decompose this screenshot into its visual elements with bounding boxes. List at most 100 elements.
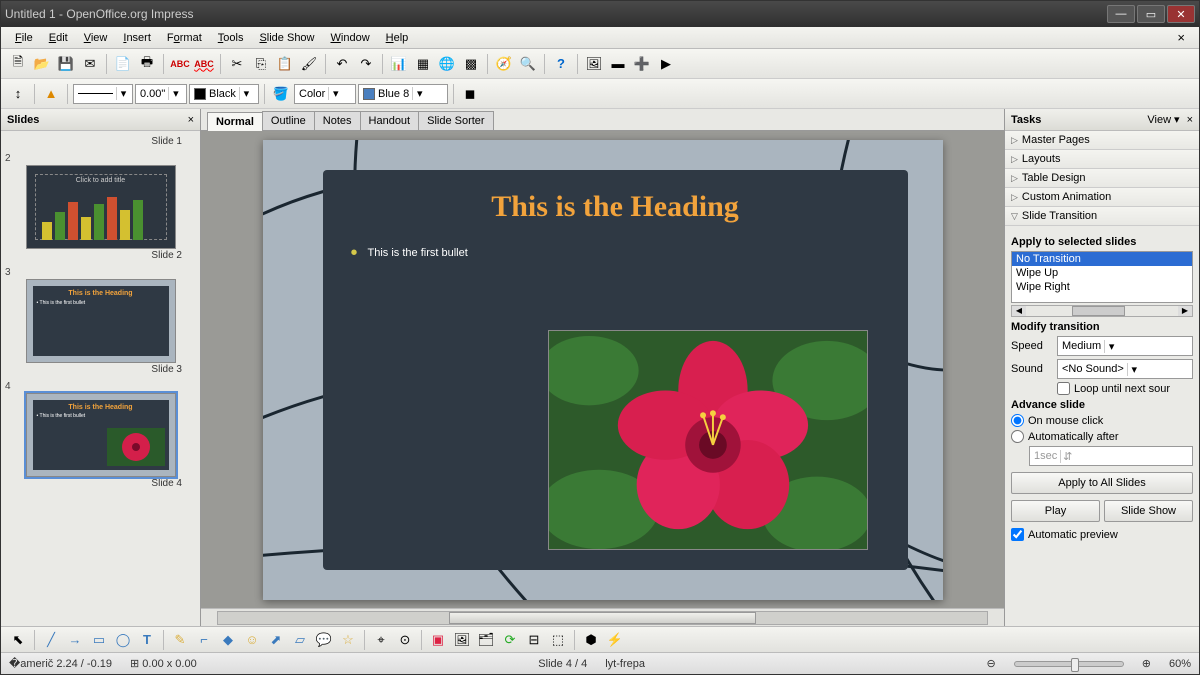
ellipse-tool[interactable]: ◯: [112, 629, 134, 651]
section-layouts[interactable]: Layouts: [1005, 150, 1199, 169]
section-table-design[interactable]: Table Design: [1005, 169, 1199, 188]
format-paint-button[interactable]: 🖌: [298, 53, 320, 75]
menu-insert[interactable]: Insert: [115, 30, 159, 46]
align-tool[interactable]: ⊟: [523, 629, 545, 651]
zoom-in-icon[interactable]: ⊕: [1142, 657, 1151, 670]
slide-thumb-1[interactable]: Slide 1: [5, 135, 196, 147]
menu-edit[interactable]: Edit: [41, 30, 76, 46]
speed-combo[interactable]: Medium▾: [1057, 336, 1193, 356]
menu-file[interactable]: File: [7, 30, 41, 46]
menu-slideshow[interactable]: Slide Show: [251, 30, 322, 46]
shadow-button[interactable]: ◼: [459, 83, 481, 105]
scroll-thumb[interactable]: [449, 612, 757, 624]
menu-format[interactable]: Format: [159, 30, 210, 46]
zoom-thumb[interactable]: [1071, 658, 1079, 672]
scroll-track[interactable]: [217, 611, 988, 625]
close-button[interactable]: ✕: [1167, 5, 1195, 23]
minimize-button[interactable]: —: [1107, 5, 1135, 23]
autopreview-checkbox[interactable]: [1011, 528, 1024, 541]
help-button[interactable]: ?: [550, 53, 572, 75]
autospell-button[interactable]: ABC: [193, 53, 215, 75]
print-button[interactable]: 🖶: [136, 53, 158, 75]
flowchart-tool[interactable]: ▱: [289, 629, 311, 651]
slide-canvas[interactable]: This is the Heading This is the first bu…: [263, 140, 943, 600]
line-color-combo[interactable]: Black▾: [189, 84, 259, 104]
from-file-tool[interactable]: 🖼: [451, 629, 473, 651]
line-width-combo[interactable]: 0.00"▾: [135, 84, 187, 104]
arrow-tool[interactable]: →: [64, 629, 86, 651]
section-slide-transition[interactable]: Slide Transition: [1005, 207, 1199, 226]
play-button[interactable]: Play: [1011, 500, 1100, 522]
connector-tool[interactable]: ⌐: [193, 629, 215, 651]
tab-outline[interactable]: Outline: [262, 111, 315, 130]
canvas-area[interactable]: This is the Heading This is the first bu…: [201, 131, 1004, 608]
symbol-shapes-tool[interactable]: ☺: [241, 629, 263, 651]
table-button[interactable]: ▦: [412, 53, 434, 75]
fill-color-combo[interactable]: Blue 8▾: [358, 84, 448, 104]
zoom-value[interactable]: 60%: [1169, 658, 1191, 670]
copy-button[interactable]: ⎘: [250, 53, 272, 75]
spellcheck-button[interactable]: ABC: [169, 53, 191, 75]
rect-tool[interactable]: ▭: [88, 629, 110, 651]
slide-bullet[interactable]: This is the first bullet: [351, 242, 880, 265]
transition-list[interactable]: No Transition Wipe Up Wipe Right: [1011, 251, 1193, 303]
line-endings-button[interactable]: ▲: [40, 83, 62, 105]
slide-heading[interactable]: This is the Heading: [351, 190, 880, 224]
zoom-out-icon[interactable]: ⊖: [987, 657, 996, 670]
redo-button[interactable]: ↷: [355, 53, 377, 75]
section-master-pages[interactable]: Master Pages: [1005, 131, 1199, 150]
menu-help[interactable]: Help: [378, 30, 417, 46]
transition-option[interactable]: Wipe Up: [1012, 266, 1192, 280]
autoafter-time[interactable]: 1sec⇵: [1029, 446, 1193, 466]
pdf-button[interactable]: 📄: [112, 53, 134, 75]
zoom-slider[interactable]: [1014, 661, 1124, 667]
slide-thumb-3[interactable]: 3 This is the Heading • This is the firs…: [5, 267, 196, 375]
navigator-button[interactable]: 🧭: [493, 53, 515, 75]
stars-tool[interactable]: ☆: [337, 629, 359, 651]
slide-thumb-4[interactable]: 4 This is the Heading • This is the firs…: [5, 381, 196, 489]
callouts-tool[interactable]: 💬: [313, 629, 335, 651]
menu-tools[interactable]: Tools: [210, 30, 252, 46]
points-tool[interactable]: ⌖: [370, 629, 392, 651]
grid-button[interactable]: ▩: [460, 53, 482, 75]
slide-layout-button[interactable]: ▬: [607, 53, 629, 75]
gallery-tool[interactable]: 🗂: [475, 629, 497, 651]
extrusion-tool[interactable]: ⬢: [580, 629, 602, 651]
email-button[interactable]: ✉: [79, 53, 101, 75]
apply-all-button[interactable]: Apply to All Slides: [1011, 472, 1193, 494]
presentation-button[interactable]: ▶: [655, 53, 677, 75]
slides-list[interactable]: Slide 1 2 Click to add title Slide 2 3 T…: [1, 131, 200, 626]
area-button[interactable]: 🪣: [270, 83, 292, 105]
fontwork-tool[interactable]: ▣: [427, 629, 449, 651]
transition-option[interactable]: Wipe Right: [1012, 280, 1192, 294]
tab-normal[interactable]: Normal: [207, 112, 263, 131]
menu-view[interactable]: View: [76, 30, 116, 46]
menu-window[interactable]: Window: [323, 30, 378, 46]
text-tool[interactable]: T: [136, 629, 158, 651]
slide-thumb-2[interactable]: 2 Click to add title Slide 2: [5, 153, 196, 261]
slide-image[interactable]: [548, 330, 868, 550]
insert-slide-button[interactable]: ➕: [631, 53, 653, 75]
transition-option[interactable]: No Transition: [1012, 252, 1192, 266]
tab-handout[interactable]: Handout: [360, 111, 420, 130]
glue-tool[interactable]: ⊙: [394, 629, 416, 651]
block-arrows-tool[interactable]: ⬈: [265, 629, 287, 651]
chart-button[interactable]: 📊: [388, 53, 410, 75]
horizontal-scrollbar[interactable]: [201, 608, 1004, 626]
doc-close-icon[interactable]: ×: [1169, 28, 1193, 47]
fill-mode-combo[interactable]: Color▾: [294, 84, 356, 104]
section-custom-animation[interactable]: Custom Animation: [1005, 188, 1199, 207]
slideshow-button[interactable]: Slide Show: [1104, 500, 1193, 522]
onclick-radio[interactable]: [1011, 414, 1024, 427]
tab-sorter[interactable]: Slide Sorter: [418, 111, 493, 130]
hyperlink-button[interactable]: 🌐: [436, 53, 458, 75]
line-style-combo[interactable]: ▾: [73, 84, 133, 104]
arrow-style-button[interactable]: ↕: [7, 83, 29, 105]
curve-tool[interactable]: ✎: [169, 629, 191, 651]
zoom-button[interactable]: 🔍: [517, 53, 539, 75]
transition-scroll[interactable]: ◀▶: [1011, 305, 1193, 317]
undo-button[interactable]: ↶: [331, 53, 353, 75]
cut-button[interactable]: ✂: [226, 53, 248, 75]
autoafter-radio[interactable]: [1011, 430, 1024, 443]
basic-shapes-tool[interactable]: ◆: [217, 629, 239, 651]
